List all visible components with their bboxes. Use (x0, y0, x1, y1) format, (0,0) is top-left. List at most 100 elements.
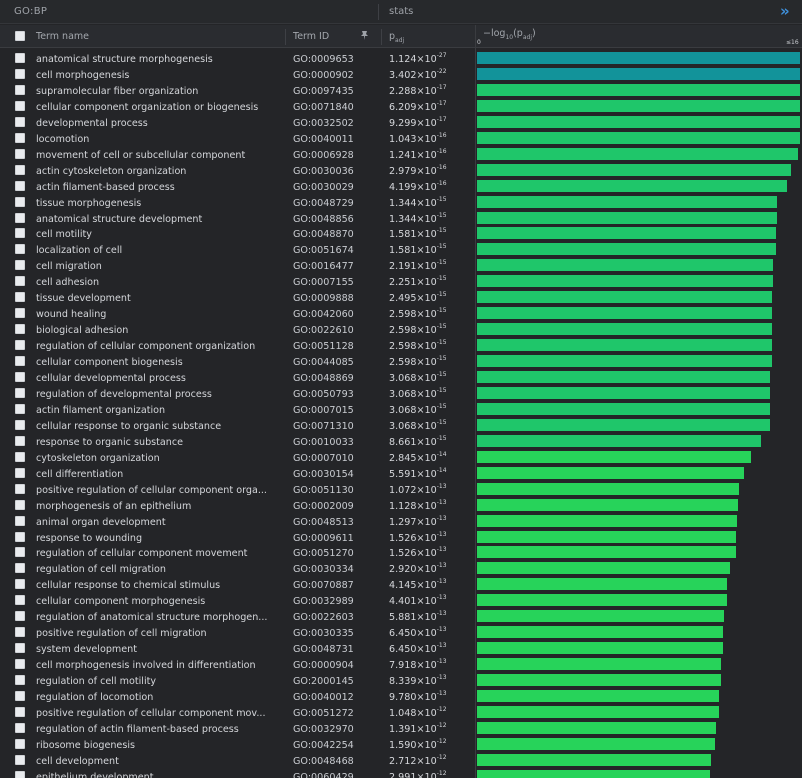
row-checkbox[interactable] (15, 244, 25, 255)
row-checkbox[interactable] (15, 467, 25, 478)
table-row[interactable]: cell morphogenesis involved in different… (0, 656, 802, 672)
term-id-cell[interactable]: GO:0040011 (293, 130, 383, 146)
term-name-cell[interactable]: supramolecular fiber organization (36, 82, 276, 98)
table-row[interactable]: regulation of actin filament-based proce… (0, 720, 802, 736)
score-bar[interactable] (477, 227, 776, 240)
term-name-cell[interactable]: regulation of cell migration (36, 560, 276, 576)
term-name-cell[interactable]: cell morphogenesis involved in different… (36, 656, 276, 672)
row-checkbox[interactable] (15, 260, 25, 271)
term-id-cell[interactable]: GO:0071840 (293, 98, 383, 114)
table-row[interactable]: cell morphogenesis GO:0000902 3.402×10-22 (0, 66, 802, 82)
term-name-header[interactable]: Term name (36, 31, 89, 42)
table-row[interactable]: positive regulation of cell migration GO:… (0, 624, 802, 640)
term-name-cell[interactable]: tissue morphogenesis (36, 194, 276, 210)
table-row[interactable]: cellular component morphogenesis GO:00329… (0, 592, 802, 608)
term-id-cell[interactable]: GO:0000902 (293, 66, 383, 82)
term-name-cell[interactable]: regulation of cell motility (36, 672, 276, 688)
row-checkbox[interactable] (15, 196, 25, 207)
score-bar[interactable] (477, 386, 770, 399)
term-id-cell[interactable]: GO:0030029 (293, 178, 383, 194)
table-row[interactable]: localization of cell GO:0051674 1.581×10-1… (0, 241, 802, 257)
table-row[interactable]: cellular component biogenesis GO:0044085 2… (0, 353, 802, 369)
row-checkbox[interactable] (15, 611, 25, 622)
term-id-cell[interactable]: GO:0006928 (293, 146, 383, 162)
row-checkbox[interactable] (15, 691, 25, 701)
table-row[interactable]: positive regulation of cellular componen… (0, 481, 802, 497)
term-id-cell[interactable]: GO:0097435 (293, 82, 383, 98)
table-row[interactable]: morphogenesis of an epithelium GO:0002009… (0, 497, 802, 513)
score-bar[interactable] (477, 131, 800, 144)
table-row[interactable]: cytoskeleton organization GO:0007010 2.845… (0, 449, 802, 465)
term-name-cell[interactable]: cellular response to organic substance (36, 417, 276, 433)
term-name-cell[interactable]: actin cytoskeleton organization (36, 162, 276, 178)
term-id-cell[interactable]: GO:0048870 (293, 225, 383, 241)
term-id-cell[interactable]: GO:0032970 (293, 720, 383, 736)
expand-icon[interactable]: » (780, 2, 790, 20)
term-id-cell[interactable]: GO:0010033 (293, 433, 383, 449)
term-id-cell[interactable]: GO:0060429 (293, 768, 383, 778)
row-checkbox[interactable] (15, 499, 25, 510)
table-row[interactable]: cellular response to organic substance GO… (0, 417, 802, 433)
score-bar[interactable] (477, 259, 773, 272)
score-bar[interactable] (477, 434, 761, 447)
term-name-cell[interactable]: anatomical structure development (36, 210, 276, 226)
score-bar[interactable] (477, 339, 772, 352)
term-name-cell[interactable]: cell motility (36, 225, 276, 241)
table-row[interactable]: actin filament-based process GO:0030029 4.… (0, 178, 802, 194)
term-id-cell[interactable]: GO:0051128 (293, 337, 383, 353)
score-bar[interactable] (477, 737, 715, 750)
score-bar[interactable] (477, 562, 730, 575)
term-name-cell[interactable]: cell differentiation (36, 465, 276, 481)
row-checkbox[interactable] (15, 84, 25, 95)
table-row[interactable]: system development GO:0048731 6.450×10-13 (0, 640, 802, 656)
table-row[interactable]: anatomical structure development GO:00488… (0, 210, 802, 226)
term-id-cell[interactable]: GO:0002009 (293, 497, 383, 513)
row-checkbox[interactable] (15, 148, 25, 159)
term-id-cell[interactable]: GO:0051272 (293, 704, 383, 720)
term-id-cell[interactable]: GO:0007015 (293, 401, 383, 417)
term-id-cell[interactable]: GO:0048869 (293, 369, 383, 385)
term-id-cell[interactable]: GO:0048856 (293, 210, 383, 226)
term-name-cell[interactable]: developmental process (36, 114, 276, 130)
term-id-cell[interactable]: GO:0022603 (293, 608, 383, 624)
score-bar[interactable] (477, 546, 736, 559)
table-row[interactable]: response to wounding GO:0009611 1.526×10-1… (0, 529, 802, 545)
table-row[interactable]: cell motility GO:0048870 1.581×10-15 (0, 225, 802, 241)
table-row[interactable]: regulation of developmental process GO:00… (0, 385, 802, 401)
score-bar[interactable] (477, 99, 800, 112)
table-row[interactable]: actin cytoskeleton organization GO:003003… (0, 162, 802, 178)
table-row[interactable]: response to organic substance GO:0010033 8… (0, 433, 802, 449)
row-checkbox[interactable] (15, 372, 25, 382)
term-name-cell[interactable]: regulation of locomotion (36, 688, 276, 704)
row-checkbox[interactable] (15, 595, 25, 606)
term-id-cell[interactable]: GO:0048731 (293, 640, 383, 656)
term-id-cell[interactable]: GO:0022610 (293, 321, 383, 337)
table-row[interactable]: epithelium development GO:0060429 2.991×10… (0, 768, 802, 778)
term-name-cell[interactable]: tissue development (36, 289, 276, 305)
row-checkbox[interactable] (15, 483, 25, 494)
table-row[interactable]: tissue morphogenesis GO:0048729 1.344×10-1… (0, 194, 802, 210)
table-row[interactable]: cellular component organization or bioge… (0, 98, 802, 114)
score-bar[interactable] (477, 514, 737, 527)
table-row[interactable]: cellular developmental process GO:0048869… (0, 369, 802, 385)
term-id-cell[interactable]: GO:0051674 (293, 241, 383, 257)
term-id-cell[interactable]: GO:0044085 (293, 353, 383, 369)
score-bar[interactable] (477, 163, 791, 176)
term-name-cell[interactable]: ribosome biogenesis (36, 736, 276, 752)
row-checkbox[interactable] (15, 579, 25, 590)
score-bar[interactable] (477, 418, 770, 431)
score-bar[interactable] (477, 450, 751, 463)
table-row[interactable]: actin filament organization GO:0007015 3.0… (0, 401, 802, 417)
term-id-cell[interactable]: GO:0009888 (293, 289, 383, 305)
term-name-cell[interactable]: cellular component morphogenesis (36, 592, 276, 608)
term-name-cell[interactable]: actin filament-based process (36, 178, 276, 194)
score-bar[interactable] (477, 195, 777, 208)
term-id-cell[interactable]: GO:0051270 (293, 544, 383, 560)
table-row[interactable]: cell adhesion GO:0007155 2.251×10-15 (0, 273, 802, 289)
row-checkbox[interactable] (15, 228, 25, 239)
term-name-cell[interactable]: regulation of cellular component movemen… (36, 544, 276, 560)
term-id-cell[interactable]: GO:0007155 (293, 273, 383, 289)
row-checkbox[interactable] (15, 116, 25, 127)
term-id-cell[interactable]: GO:0042060 (293, 305, 383, 321)
term-name-cell[interactable]: cell morphogenesis (36, 66, 276, 82)
